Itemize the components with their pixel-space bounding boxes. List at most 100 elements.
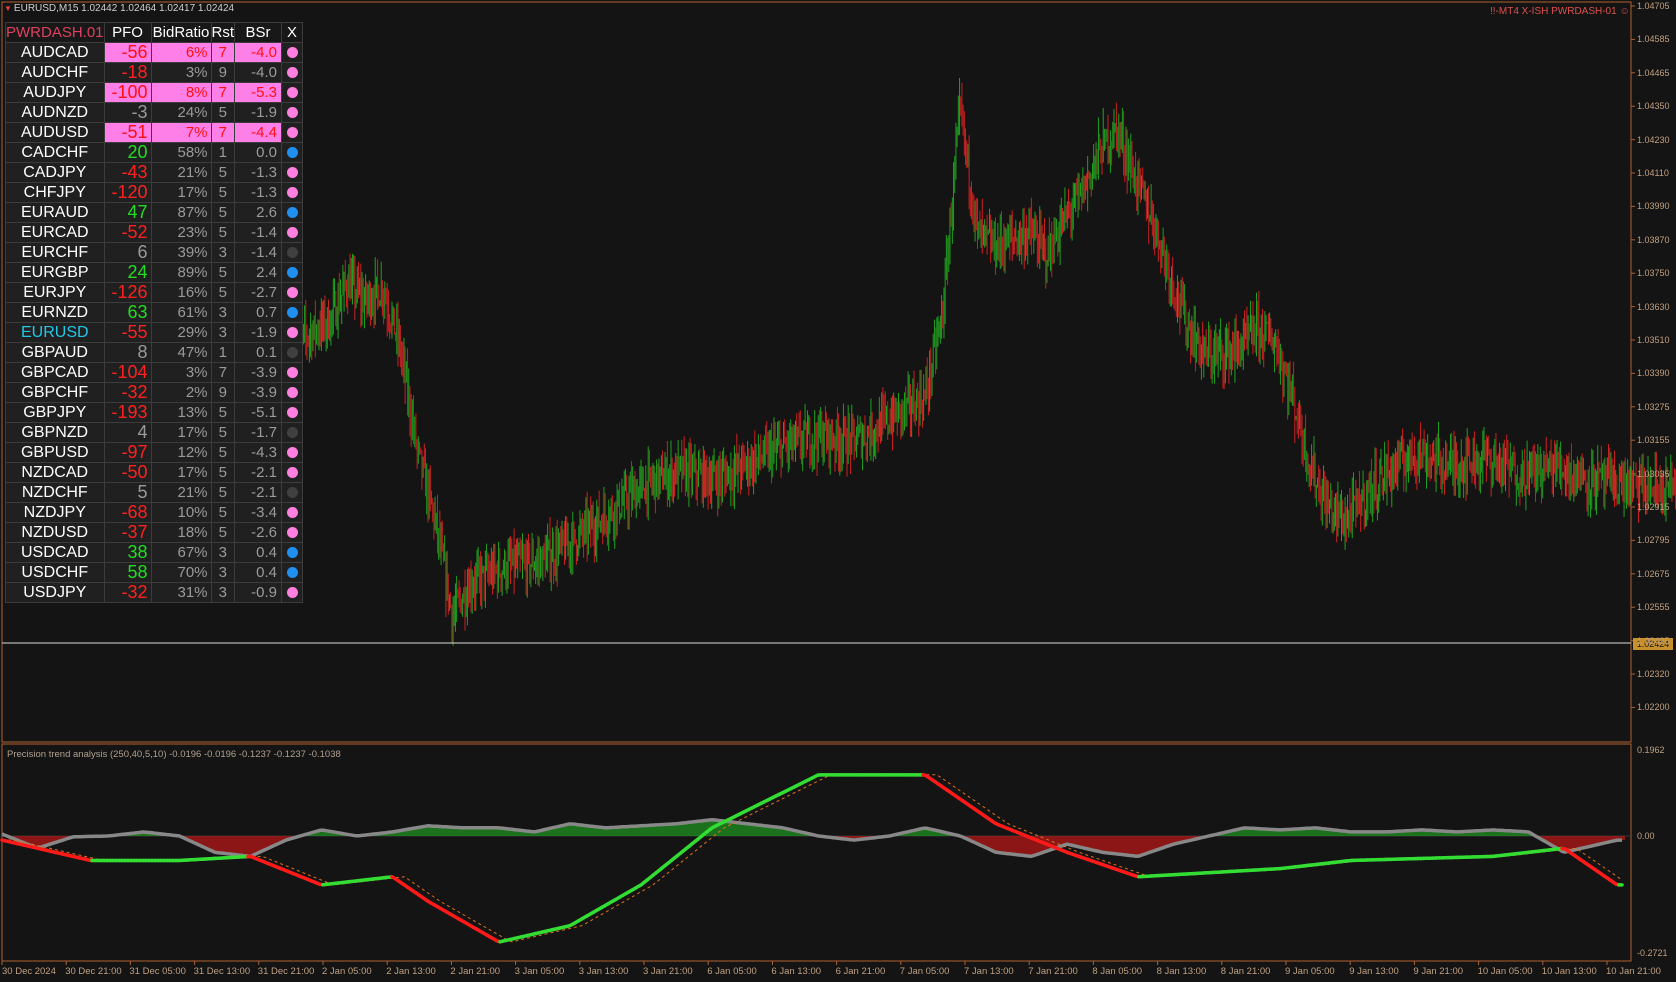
pair-name[interactable]: EURJPY xyxy=(5,282,105,303)
signal-cell xyxy=(281,362,304,383)
pair-name[interactable]: AUDCAD xyxy=(5,42,105,63)
price-tick-label: 1.04465 xyxy=(1637,67,1670,78)
dashboard-row-cadchf[interactable]: CADCHF 20 58% 1 0.0 xyxy=(5,142,304,163)
pair-name[interactable]: EURAUD xyxy=(5,202,105,223)
bid-ratio-value: 13% xyxy=(150,402,212,423)
pair-name[interactable]: EURCAD xyxy=(5,222,105,243)
pair-name[interactable]: GBPAUD xyxy=(5,342,105,363)
signal-cell xyxy=(281,142,304,163)
dashboard-row-usdcad[interactable]: USDCAD 38 67% 3 0.4 xyxy=(5,542,304,563)
price-tick-label: 1.04705 xyxy=(1637,1,1670,11)
dashboard-row-audnzd[interactable]: AUDNZD -3 24% 5 -1.9 xyxy=(5,102,304,123)
pair-name[interactable]: GBPJPY xyxy=(5,402,105,423)
signal-cell xyxy=(281,562,304,583)
dashboard-row-audchf[interactable]: AUDCHF -18 3% 9 -4.0 xyxy=(5,62,304,83)
pair-name[interactable]: GBPCAD xyxy=(5,362,105,383)
pair-name[interactable]: EURUSD xyxy=(5,322,105,343)
rst-value: 1 xyxy=(210,142,236,163)
chart-menu-caret-icon[interactable]: ▼ xyxy=(4,4,12,13)
time-tick-label: 30 Dec 2024 xyxy=(2,966,56,977)
pair-name[interactable]: EURCHF xyxy=(5,242,105,263)
rst-value: 5 xyxy=(210,402,236,423)
dashboard-row-gbpusd[interactable]: GBPUSD -97 12% 5 -4.3 xyxy=(5,442,304,463)
dashboard-row-gbpnzd[interactable]: GBPNZD 4 17% 5 -1.7 xyxy=(5,422,304,443)
dashboard-row-gbpchf[interactable]: GBPCHF -32 2% 9 -3.9 xyxy=(5,382,304,403)
pair-name[interactable]: AUDNZD xyxy=(5,102,105,123)
signal-cell xyxy=(281,122,304,143)
dashboard-row-eurgbp[interactable]: EURGBP 24 89% 5 2.4 xyxy=(5,262,304,283)
price-tick-label: 1.02915 xyxy=(1637,502,1670,512)
bid-ratio-value: 16% xyxy=(150,282,212,303)
pair-name[interactable]: USDCAD xyxy=(5,542,105,563)
signal-cell xyxy=(281,402,304,423)
signal-dot-icon xyxy=(286,147,298,159)
dashboard-row-nzdusd[interactable]: NZDUSD -37 18% 5 -2.6 xyxy=(5,522,304,543)
bid-ratio-value: 3% xyxy=(150,62,212,83)
dashboard-row-usdchf[interactable]: USDCHF 58 70% 3 0.4 xyxy=(5,562,304,583)
dashboard-row-gbpcad[interactable]: GBPCAD -104 3% 7 -3.9 xyxy=(5,362,304,383)
signal-dot-icon xyxy=(286,207,298,219)
dashboard-row-chfjpy[interactable]: CHFJPY -120 17% 5 -1.3 xyxy=(5,182,304,203)
signal-dot-icon xyxy=(286,387,298,399)
pair-name[interactable]: GBPUSD xyxy=(5,442,105,463)
dashboard-row-cadjpy[interactable]: CADJPY -43 21% 5 -1.3 xyxy=(5,162,304,183)
dashboard-row-audusd[interactable]: AUDUSD -51 7% 7 -4.4 xyxy=(5,122,304,143)
dashboard-brand-header: PWRDASH.01 xyxy=(5,22,105,43)
dashboard-row-eurchf[interactable]: EURCHF 6 39% 3 -1.4 xyxy=(5,242,304,263)
pair-name[interactable]: EURGBP xyxy=(5,262,105,283)
pair-name[interactable]: CHFJPY xyxy=(5,182,105,203)
dashboard-row-eurjpy[interactable]: EURJPY -126 16% 5 -2.7 xyxy=(5,282,304,303)
pfo-value: -32 xyxy=(103,582,152,603)
bid-ratio-value: 21% xyxy=(150,162,212,183)
pair-name[interactable]: CADJPY xyxy=(5,162,105,183)
dashboard-row-audcad[interactable]: AUDCAD -56 6% 7 -4.0 xyxy=(5,42,304,63)
price-tick-label: 1.02675 xyxy=(1637,568,1670,579)
pair-name[interactable]: USDCHF xyxy=(5,562,105,583)
bid-ratio-value: 23% xyxy=(150,222,212,243)
dashboard-row-audjpy[interactable]: AUDJPY -100 8% 7 -5.3 xyxy=(5,82,304,103)
price-tick-label: 1.02795 xyxy=(1637,535,1670,546)
indicator-tick-label: 0.00 xyxy=(1637,831,1655,841)
dashboard-row-gbpjpy[interactable]: GBPJPY -193 13% 5 -5.1 xyxy=(5,402,304,423)
pfo-value: -37 xyxy=(103,522,152,543)
dashboard-row-eurusd[interactable]: EURUSD -55 29% 3 -1.9 xyxy=(5,322,304,343)
bid-ratio-value: 8% xyxy=(150,82,212,103)
dashboard-row-nzdjpy[interactable]: NZDJPY -68 10% 5 -3.4 xyxy=(5,502,304,523)
pair-name[interactable]: NZDJPY xyxy=(5,502,105,523)
bid-ratio-value: 10% xyxy=(150,502,212,523)
pair-name[interactable]: CADCHF xyxy=(5,142,105,163)
signal-dot-icon xyxy=(286,227,298,239)
pair-name[interactable]: NZDUSD xyxy=(5,522,105,543)
time-tick-label: 2 Jan 21:00 xyxy=(450,966,501,977)
dashboard-row-eurcad[interactable]: EURCAD -52 23% 5 -1.4 xyxy=(5,222,304,243)
close-dashboard-button[interactable]: X xyxy=(281,22,304,43)
signal-cell xyxy=(281,162,304,183)
signal-dot-icon xyxy=(286,447,298,459)
pair-name[interactable]: EURNZD xyxy=(5,302,105,323)
time-axis-ticks xyxy=(1,961,1608,965)
pair-name[interactable]: NZDCHF xyxy=(5,482,105,503)
pair-name[interactable]: USDJPY xyxy=(5,582,105,603)
dashboard-row-euraud[interactable]: EURAUD 47 87% 5 2.6 xyxy=(5,202,304,223)
price-tick-label: 1.03510 xyxy=(1637,335,1670,345)
bsr-value: -0.9 xyxy=(234,582,283,603)
bsr-value: -3.4 xyxy=(234,502,283,523)
dashboard-row-usdjpy[interactable]: USDJPY -32 31% 3 -0.9 xyxy=(5,582,304,603)
dashboard-row-gbpaud[interactable]: GBPAUD 8 47% 1 0.1 xyxy=(5,342,304,363)
bid-ratio-value: 7% xyxy=(150,122,212,143)
dashboard-row-nzdcad[interactable]: NZDCAD -50 17% 5 -2.1 xyxy=(5,462,304,483)
bid-ratio-value: 3% xyxy=(150,362,212,383)
bsr-value: -1.9 xyxy=(234,322,283,343)
pair-name[interactable]: AUDJPY xyxy=(5,82,105,103)
pair-name[interactable]: AUDUSD xyxy=(5,122,105,143)
pair-name[interactable]: NZDCAD xyxy=(5,462,105,483)
dashboard-row-nzdchf[interactable]: NZDCHF 5 21% 5 -2.1 xyxy=(5,482,304,503)
bid-ratio-value: 2% xyxy=(150,382,212,403)
signal-dot-icon xyxy=(286,567,298,579)
pair-name[interactable]: GBPNZD xyxy=(5,422,105,443)
pair-name[interactable]: GBPCHF xyxy=(5,382,105,403)
pair-name[interactable]: AUDCHF xyxy=(5,62,105,83)
rst-value: 5 xyxy=(210,222,236,243)
dashboard-row-eurnzd[interactable]: EURNZD 63 61% 3 0.7 xyxy=(5,302,304,323)
pfo-value: 6 xyxy=(103,242,152,263)
